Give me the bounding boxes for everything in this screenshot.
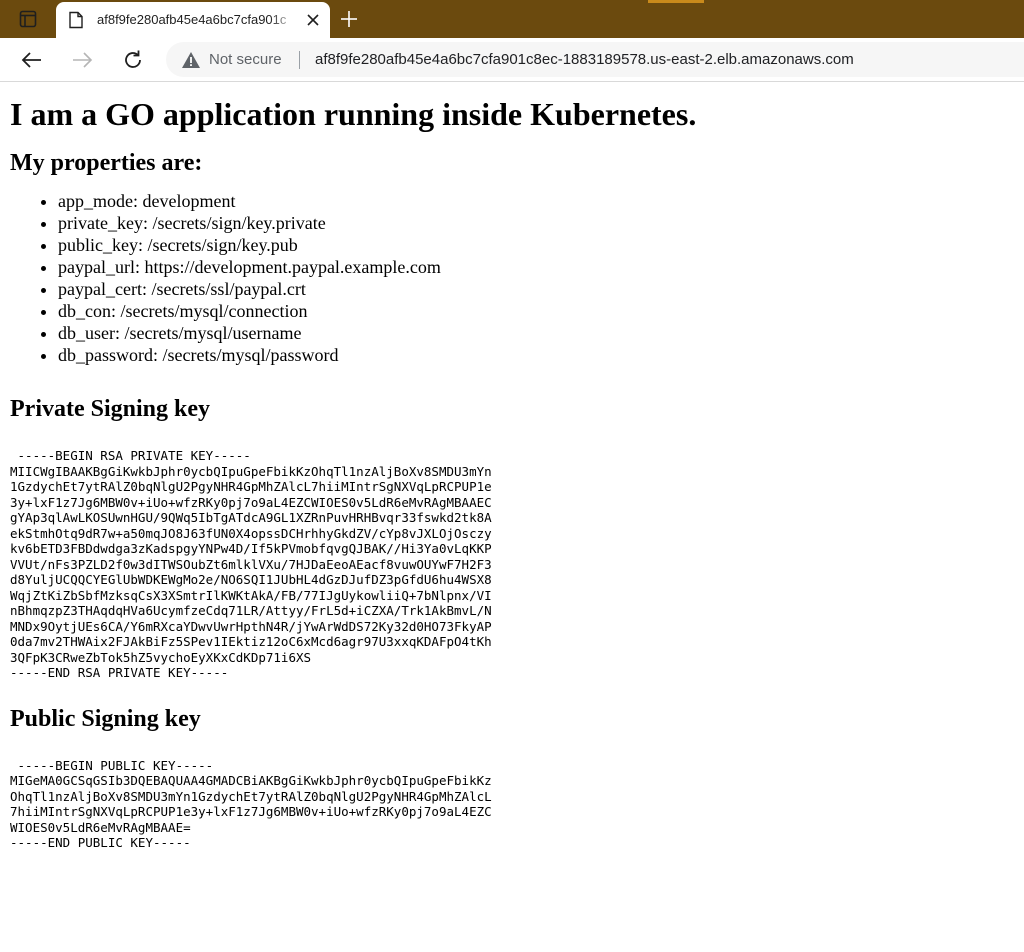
address-bar[interactable]: Not secure af8f9fe280afb45e4a6bc7cfa901c…: [166, 42, 1024, 77]
security-label[interactable]: Not secure: [209, 51, 282, 68]
private-key-block: -----BEGIN RSA PRIVATE KEY----- MIICWgIBA…: [10, 448, 1014, 681]
property-item: paypal_url: https://development.paypal.e…: [58, 256, 1014, 278]
properties-list: app_mode: development private_key: /secr…: [10, 190, 1014, 366]
public-key-line: -----BEGIN PUBLIC KEY-----: [10, 757, 214, 773]
private-key-line: MNDx9OytjUEs6CA/Y6mRXcaYDwvUwrHpthN4R/jY…: [10, 618, 492, 634]
property-item: private_key: /secrets/sign/key.private: [58, 212, 1014, 234]
private-key-line: nBhmqzpZ3THAqdqHVa6UcymfzeCdq71LR/Attyy/…: [10, 603, 492, 618]
private-key-line: 1GzdychEt7ytRAlZ0bqNlgU2PgyNHR4GpMhZAlcL…: [10, 479, 492, 494]
public-key-line: -----END PUBLIC KEY-----: [10, 835, 191, 850]
private-key-line: VVUt/nFs3PZLD2f0w3dITWSOubZt6mlklVXu/7HJ…: [10, 556, 492, 572]
property-item: public_key: /secrets/sign/key.pub: [58, 234, 1014, 256]
address-separator: [299, 51, 300, 69]
private-key-line: 3QFpK3CRweZbTok5hZ5vychoEyXKxCdKDp71i6XS: [10, 649, 312, 665]
public-key-line: 7hiiMIntrSgNXVqLpRCPUP1e3y+lxF1z7Jg6MBW0…: [10, 804, 492, 819]
url-text[interactable]: af8f9fe280afb45e4a6bc7cfa901c8ec-1883189…: [315, 51, 854, 68]
browser-toolbar: Not secure af8f9fe280afb45e4a6bc7cfa901c…: [0, 38, 1024, 82]
warning-icon[interactable]: [181, 51, 201, 74]
property-item: db_con: /secrets/mysql/connection: [58, 300, 1014, 322]
public-key-block: -----BEGIN PUBLIC KEY----- MIGeMA0GCSqGSI…: [10, 758, 1014, 851]
property-item: app_mode: development: [58, 190, 1014, 212]
private-key-line: kv6bETD3FBDdwdga3zKadspgyYNPw4D/If5kPVmo…: [10, 541, 492, 556]
browser-tab[interactable]: af8f9fe280afb45e4a6bc7cfa901c: [56, 2, 330, 38]
properties-heading: My properties are:: [10, 150, 203, 176]
private-key-line: -----END RSA PRIVATE KEY-----: [10, 665, 229, 680]
private-key-line: 3y+lxF1z7Jg6MBW0v+iUo+wfzRKy0pj7o9aL4EZC…: [10, 494, 492, 510]
close-icon[interactable]: [304, 11, 322, 29]
public-key-line: OhqTl1nzAljBoXv8SMDU3mYn1GzdychEt7ytRAlZ…: [10, 788, 492, 804]
private-key-line: gYAp3qlAwLKOSUwnHGU/9QWq5IbTgATdcA9GL1XZ…: [10, 510, 492, 525]
reload-icon[interactable]: [119, 46, 147, 74]
browser-tab-bar: af8f9fe280afb45e4a6bc7cfa901c: [0, 0, 1024, 38]
private-key-line: MIICWgIBAAKBgGiKwkbJphr0ycbQIpuGpeFbikKz…: [10, 463, 492, 479]
page-content: I am a GO application running inside Kub…: [10, 81, 1014, 851]
private-key-line: -----BEGIN RSA PRIVATE KEY-----: [10, 448, 251, 463]
property-item: db_user: /secrets/mysql/username: [58, 322, 1014, 344]
private-key-line: WqjZtKiZbSbfMzksqCsX3XSmtrIlKWKtAkA/FB/7…: [10, 587, 492, 603]
private-key-line: d8YuljUCQQCYEGlUbWDKEWgMo2e/NO6SQI1JUbHL…: [10, 572, 492, 587]
back-arrow-icon[interactable]: [18, 46, 46, 74]
forward-arrow-icon[interactable]: [68, 46, 96, 74]
plus-icon[interactable]: [336, 6, 362, 32]
property-item: paypal_cert: /secrets/ssl/paypal.crt: [58, 278, 1014, 300]
private-key-line: ekStmhOtq9dR7w+a50mqJO8J63fUN0X4opssDCHr…: [10, 525, 492, 541]
page-icon: [68, 11, 84, 34]
tab-bar-accent: [648, 0, 704, 3]
private-key-heading: Private Signing key: [10, 396, 211, 422]
public-key-line: WIOES0v5LdR6eMvRAgMBAAE=: [10, 819, 191, 835]
public-key-line: MIGeMA0GCSqGSIb3DQEBAQUAA4GMADCBiAKBgGiK…: [10, 773, 492, 788]
tab-actions-icon[interactable]: [9, 6, 47, 32]
page-title: I am a GO application running inside Kub…: [10, 96, 697, 132]
property-item: db_password: /secrets/mysql/password: [58, 344, 1014, 366]
public-key-heading: Public Signing key: [10, 705, 201, 732]
private-key-line: 0da7mv2THWAix2FJAkBiFz5SPev1IEktiz12oC6x…: [10, 634, 492, 649]
